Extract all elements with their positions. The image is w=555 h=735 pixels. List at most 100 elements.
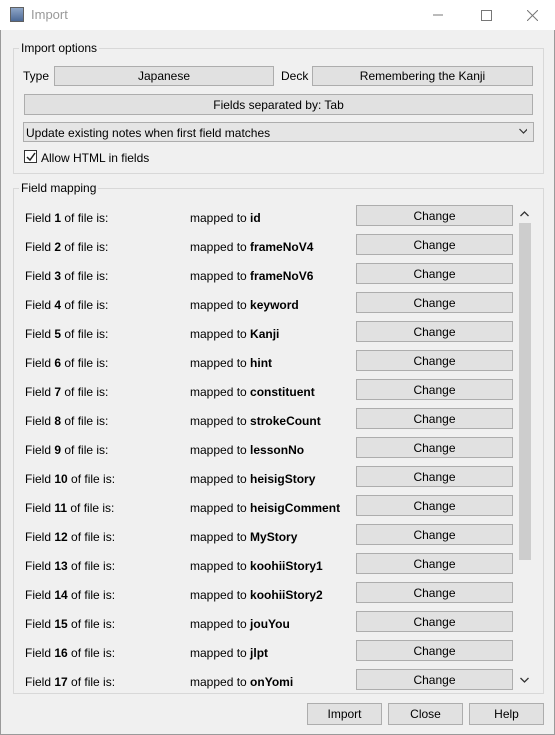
mapped-target: constituent xyxy=(250,385,315,399)
scroll-up-button[interactable] xyxy=(516,205,533,222)
field-mapping-row: Field 17 of file is: mapped to onYomi Chan… xyxy=(14,667,530,690)
field-label: Field 8 of file is: xyxy=(25,414,108,428)
help-button[interactable]: Help xyxy=(469,703,544,725)
deck-button[interactable]: Remembering the Kanji xyxy=(312,66,533,86)
field-mapping-row: Field 15 of file is: mapped to jouYou Chan… xyxy=(14,609,530,638)
change-button[interactable]: Change xyxy=(356,321,513,342)
change-button[interactable]: Change xyxy=(356,437,513,458)
field-prefix: Field xyxy=(25,385,55,399)
field-prefix: Field xyxy=(25,211,55,225)
import-button[interactable]: Import xyxy=(307,703,382,725)
scroll-down-button[interactable] xyxy=(516,671,533,688)
field-mapping-row: Field 13 of file is: mapped to koohiiStor… xyxy=(14,551,530,580)
mapped-target: jouYou xyxy=(250,617,290,631)
change-button[interactable]: Change xyxy=(356,379,513,400)
change-button[interactable]: Change xyxy=(356,263,513,284)
change-button[interactable]: Change xyxy=(356,495,513,516)
mapped-target: koohiiStory2 xyxy=(250,588,323,602)
change-button-label: Change xyxy=(413,585,456,600)
mapped-label: mapped to frameNoV4 xyxy=(190,240,313,254)
change-button[interactable]: Change xyxy=(356,524,513,545)
maximize-button[interactable] xyxy=(463,0,509,30)
mapped-prefix: mapped to xyxy=(190,530,251,544)
field-mapping-row: Field 3 of file is: mapped to frameNoV6 Ch… xyxy=(14,261,530,290)
field-suffix: of file is: xyxy=(67,472,116,486)
change-button[interactable]: Change xyxy=(356,669,513,690)
type-button[interactable]: Japanese xyxy=(54,66,274,86)
maximize-icon xyxy=(480,9,492,21)
field-label: Field 9 of file is: xyxy=(25,443,108,457)
mapped-target: lessonNo xyxy=(250,443,305,457)
change-button[interactable]: Change xyxy=(356,611,513,632)
mapped-label: mapped to koohiiStory1 xyxy=(190,559,323,573)
chevron-down-icon xyxy=(519,128,527,134)
mapped-label: mapped to id xyxy=(190,211,261,225)
update-mode-dropdown[interactable]: Update existing notes when first field m… xyxy=(23,122,534,142)
change-button[interactable]: Change xyxy=(356,205,513,226)
field-mapping-row: Field 14 of file is: mapped to koohiiStor… xyxy=(14,580,530,609)
mapped-label: mapped to onYomi xyxy=(190,675,293,689)
mapped-target: heisigStory xyxy=(250,472,316,486)
mapped-prefix: mapped to xyxy=(190,675,251,689)
field-label: Field 7 of file is: xyxy=(25,385,108,399)
mapped-target: keyword xyxy=(250,298,299,312)
minimize-button[interactable] xyxy=(415,0,461,30)
scrollbar-thumb[interactable] xyxy=(519,223,531,560)
fields-separator-button[interactable]: Fields separated by: Tab xyxy=(24,94,533,115)
import-button-label: Import xyxy=(327,707,362,721)
field-prefix: Field xyxy=(25,298,55,312)
change-button[interactable]: Change xyxy=(356,408,513,429)
field-prefix: Field xyxy=(25,559,55,573)
change-button[interactable]: Change xyxy=(356,640,513,661)
field-mapping-row: Field 8 of file is: mapped to strokeCount… xyxy=(14,406,530,435)
change-button[interactable]: Change xyxy=(356,350,513,371)
change-button[interactable]: Change xyxy=(356,234,513,255)
deck-label: Deck xyxy=(281,69,309,83)
close-window-button[interactable] xyxy=(509,0,555,30)
mapped-target: frameNoV4 xyxy=(250,240,314,254)
app-icon xyxy=(10,7,24,22)
change-button[interactable]: Change xyxy=(356,582,513,603)
field-prefix: Field xyxy=(25,617,55,631)
change-button-label: Change xyxy=(413,411,456,426)
field-prefix: Field xyxy=(25,356,55,370)
mapped-prefix: mapped to xyxy=(190,211,251,225)
change-button-label: Change xyxy=(413,295,456,310)
change-button[interactable]: Change xyxy=(356,553,513,574)
field-mapping-title: Field mapping xyxy=(19,181,99,195)
field-suffix: of file is: xyxy=(61,443,109,457)
allow-html-label: Allow HTML in fields xyxy=(41,151,150,165)
field-label: Field 4 of file is: xyxy=(25,298,108,312)
field-number: 17 xyxy=(54,675,68,689)
allow-html-checkbox[interactable] xyxy=(24,150,37,163)
change-button-label: Change xyxy=(413,440,456,455)
field-mapping-row: Field 7 of file is: mapped to constituent… xyxy=(14,377,530,406)
close-button[interactable]: Close xyxy=(388,703,463,725)
field-suffix: of file is: xyxy=(67,559,116,573)
deck-value: Remembering the Kanji xyxy=(359,69,486,83)
vertical-scrollbar[interactable] xyxy=(516,205,533,688)
title-bar: Import xyxy=(0,0,555,30)
field-suffix: of file is: xyxy=(61,298,109,312)
mapped-prefix: mapped to xyxy=(190,385,251,399)
mapped-target: hint xyxy=(250,356,273,370)
field-prefix: Field xyxy=(25,501,55,515)
mapped-target: Kanji xyxy=(250,327,280,341)
field-number: 13 xyxy=(54,559,68,573)
change-button[interactable]: Change xyxy=(356,292,513,313)
field-number: 12 xyxy=(54,530,68,544)
field-mapping-list: Field 1 of file is: mapped to id Change Fie… xyxy=(14,203,530,690)
update-mode-value: Update existing notes when first field m… xyxy=(26,126,271,140)
mapped-prefix: mapped to xyxy=(190,617,251,631)
field-label: Field 10 of file is: xyxy=(25,472,115,486)
field-label: Field 3 of file is: xyxy=(25,269,108,283)
field-prefix: Field xyxy=(25,646,55,660)
change-button[interactable]: Change xyxy=(356,466,513,487)
field-number: 11 xyxy=(54,501,68,515)
chevron-down-icon xyxy=(520,677,529,683)
import-options-title: Import options xyxy=(19,41,100,55)
field-prefix: Field xyxy=(25,240,55,254)
close-icon xyxy=(526,9,538,21)
field-mapping-row: Field 12 of file is: mapped to MyStory Cha… xyxy=(14,522,530,551)
mapped-prefix: mapped to xyxy=(190,327,251,341)
